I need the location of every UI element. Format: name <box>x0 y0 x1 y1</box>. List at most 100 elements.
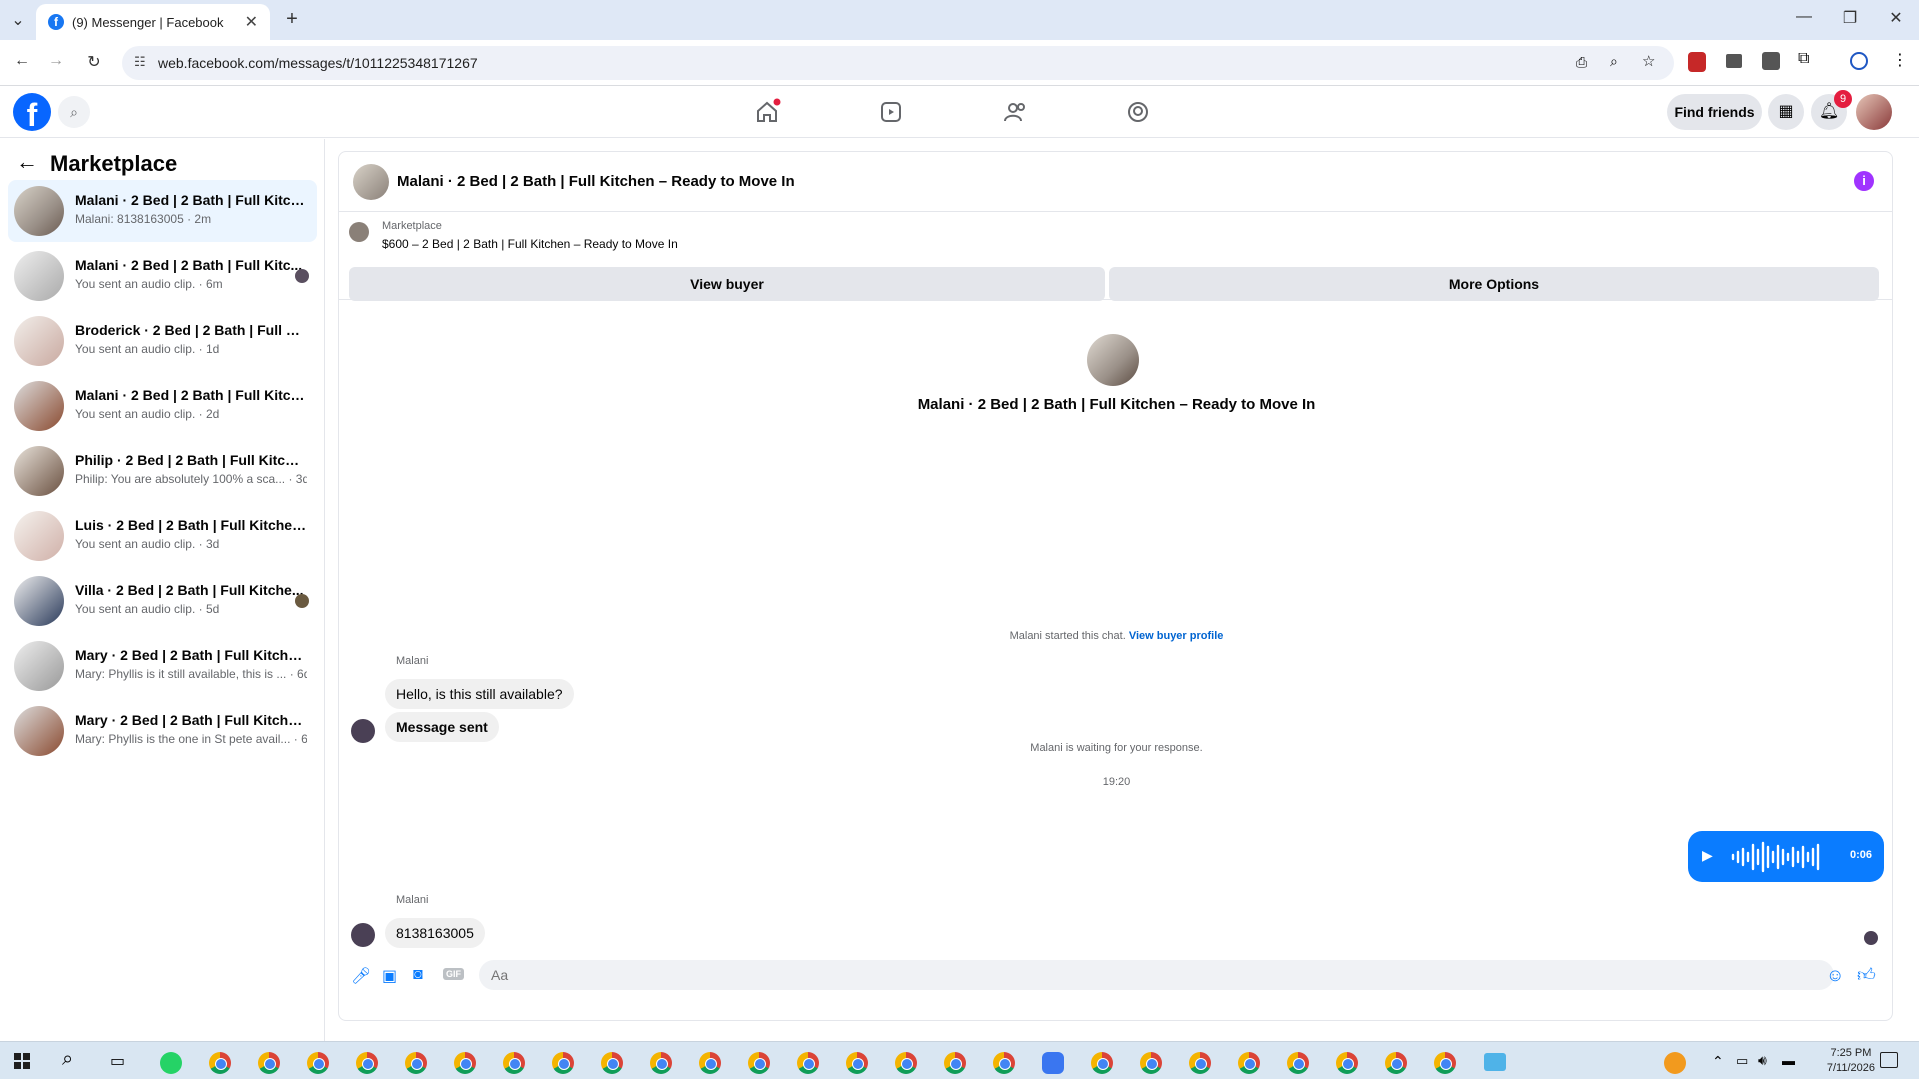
emoji-icon[interactable]: ☺ <box>1826 965 1844 986</box>
incoming-message[interactable]: Hello, is this still available? <box>385 679 574 709</box>
info-icon[interactable]: i <box>1854 171 1874 191</box>
extension-f-icon[interactable] <box>1762 52 1780 70</box>
tab-search-icon[interactable]: ⌄ <box>8 10 28 30</box>
conversation-title: Malani · 2 Bed | 2 Bath | Full Kitc... <box>75 257 303 273</box>
tray-chevron-icon[interactable]: ⌃ <box>1712 1053 1724 1070</box>
chrome-icon[interactable] <box>307 1052 329 1074</box>
chrome-icon[interactable] <box>405 1052 427 1074</box>
find-friends-button[interactable]: Find friends <box>1667 94 1762 130</box>
whatsapp-icon[interactable] <box>160 1052 182 1074</box>
menu-grid-icon[interactable]: ▦ <box>1768 94 1804 130</box>
sender-avatar[interactable] <box>351 923 375 947</box>
extensions-puzzle-icon[interactable]: ⧉ <box>1798 50 1809 68</box>
taskbar-clock[interactable]: 7:25 PM 7/11/2026 <box>1827 1046 1875 1076</box>
chrome-icon[interactable] <box>1336 1052 1358 1074</box>
chrome-icon[interactable] <box>993 1052 1015 1074</box>
chrome-icon[interactable] <box>846 1052 868 1074</box>
play-icon[interactable]: ▶ <box>1702 847 1713 864</box>
signal-app-icon[interactable] <box>1042 1052 1064 1074</box>
sender-avatar[interactable] <box>351 719 375 743</box>
restore-icon[interactable]: ❐ <box>1840 8 1860 28</box>
extension-icon[interactable] <box>1726 54 1742 68</box>
taskbar-search-icon[interactable]: ⌕ <box>62 1048 73 1071</box>
chrome-icon[interactable] <box>1287 1052 1309 1074</box>
chrome-icon[interactable] <box>1189 1052 1211 1074</box>
bookmark-star-icon[interactable]: ☆ <box>1642 52 1655 70</box>
conversation-item[interactable]: Malani · 2 Bed | 2 Bath | Full Kitche...… <box>8 375 317 437</box>
conversation-item[interactable]: Villa · 2 Bed | 2 Bath | Full Kitche... … <box>8 570 317 632</box>
chat-title[interactable]: Malani · 2 Bed | 2 Bath | Full Kitchen –… <box>397 173 795 190</box>
conversation-item[interactable]: Philip · 2 Bed | 2 Bath | Full Kitche...… <box>8 440 317 502</box>
chrome-icon[interactable] <box>1238 1052 1260 1074</box>
conversation-item[interactable]: Luis · 2 Bed | 2 Bath | Full Kitchen ...… <box>8 505 317 567</box>
gif-icon[interactable]: GIF <box>443 968 464 980</box>
chrome-icon[interactable] <box>748 1052 770 1074</box>
chrome-icon[interactable] <box>209 1052 231 1074</box>
chrome-icon[interactable] <box>797 1052 819 1074</box>
search-icon[interactable]: ⌕ <box>58 96 90 128</box>
weather-icon[interactable] <box>1664 1052 1686 1074</box>
url-omnibox[interactable]: ☷ web.facebook.com/messages/t/1011225348… <box>122 46 1674 80</box>
ublock-extension-icon[interactable] <box>1688 52 1706 72</box>
chrome-icon[interactable] <box>356 1052 378 1074</box>
chrome-icon[interactable] <box>454 1052 476 1074</box>
browser-tab[interactable]: f (9) Messenger | Facebook ✕ <box>36 4 270 40</box>
home-icon[interactable] <box>753 98 781 126</box>
close-tab-icon[interactable]: ✕ <box>245 12 258 32</box>
microphone-icon[interactable]: 🎤︎ <box>351 966 371 986</box>
facebook-logo-icon[interactable]: f <box>13 93 51 131</box>
install-icon[interactable]: ⎙ <box>1576 54 1587 71</box>
chrome-icon[interactable] <box>1385 1052 1407 1074</box>
chrome-icon[interactable] <box>258 1052 280 1074</box>
conversation-item[interactable]: Mary · 2 Bed | 2 Bath | Full Kitchen... … <box>8 635 317 697</box>
close-window-icon[interactable]: ✕ <box>1886 8 1906 28</box>
back-icon[interactable]: ← <box>12 52 32 70</box>
conversation-item[interactable]: Malani · 2 Bed | 2 Bath | Full Kitche...… <box>8 180 317 242</box>
more-options-button[interactable]: More Options <box>1109 267 1879 301</box>
task-view-icon[interactable]: ▭ <box>110 1051 125 1071</box>
conversation-item[interactable]: Mary · 2 Bed | 2 Bath | Full Kitchen... … <box>8 700 317 762</box>
chrome-icon[interactable] <box>601 1052 623 1074</box>
profile-icon[interactable] <box>1850 52 1868 70</box>
incoming-message[interactable]: Message sent <box>385 712 499 742</box>
back-arrow-icon[interactable]: ← <box>16 149 38 175</box>
listing-value[interactable]: $600 – 2 Bed | 2 Bath | Full Kitchen – R… <box>382 237 678 251</box>
volume-icon[interactable]: 🔊︎ <box>1758 1052 1767 1069</box>
conversation-item[interactable]: Malani · 2 Bed | 2 Bath | Full Kitc... Y… <box>8 245 317 307</box>
message-input[interactable] <box>479 960 1834 990</box>
network-icon[interactable]: ▭ <box>1736 1053 1748 1069</box>
forward-icon[interactable]: → <box>46 52 66 70</box>
file-explorer-icon[interactable] <box>1484 1053 1506 1071</box>
photo-icon[interactable]: ▣ <box>382 966 397 986</box>
notification-center-icon[interactable] <box>1880 1052 1898 1068</box>
chrome-icon[interactable] <box>699 1052 721 1074</box>
avatar[interactable] <box>1856 94 1892 130</box>
audio-message[interactable]: ▶ 0:06 <box>1688 831 1884 882</box>
minimize-icon[interactable]: — <box>1794 8 1814 26</box>
thumbs-up-icon[interactable]: 👍︎ <box>1857 964 1876 986</box>
view-buyer-profile-link[interactable]: View buyer profile <box>1129 630 1224 642</box>
reload-icon[interactable]: ↻ <box>84 52 104 72</box>
zoom-icon[interactable]: ⌕ <box>1610 53 1618 70</box>
incoming-message[interactable]: 8138163005 <box>385 918 485 948</box>
conversation-item[interactable]: Broderick · 2 Bed | 2 Bath | Full Kit...… <box>8 310 317 372</box>
chrome-menu-icon[interactable]: ⋮ <box>1892 50 1908 70</box>
chrome-icon[interactable] <box>1140 1052 1162 1074</box>
gaming-icon[interactable] <box>1124 98 1152 126</box>
sticker-icon[interactable]: ◙ <box>413 966 423 984</box>
battery-icon[interactable]: ▬ <box>1782 1053 1795 1068</box>
chrome-icon[interactable] <box>650 1052 672 1074</box>
chrome-icon[interactable] <box>552 1052 574 1074</box>
chrome-icon[interactable] <box>944 1052 966 1074</box>
video-icon[interactable] <box>877 98 905 126</box>
chrome-icon[interactable] <box>1091 1052 1113 1074</box>
new-tab-icon[interactable]: + <box>282 8 302 31</box>
chat-avatar[interactable] <box>353 164 389 200</box>
view-buyer-button[interactable]: View buyer <box>349 267 1105 301</box>
groups-icon[interactable] <box>1001 98 1029 126</box>
chrome-icon[interactable] <box>503 1052 525 1074</box>
chrome-icon[interactable] <box>895 1052 917 1074</box>
windows-start-icon[interactable] <box>14 1053 30 1069</box>
chrome-icon[interactable] <box>1434 1052 1456 1074</box>
site-info-icon[interactable]: ☷ <box>134 54 146 70</box>
